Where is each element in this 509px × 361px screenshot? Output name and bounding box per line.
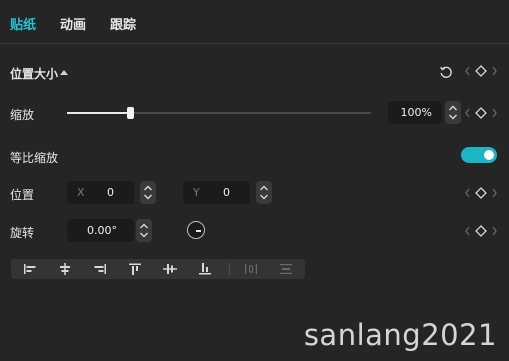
position-y-prefix: Y (193, 186, 200, 199)
scale-value: 100% (400, 106, 432, 119)
align-left-icon[interactable] (19, 261, 41, 277)
toggle-knob (484, 150, 494, 160)
position-y-input[interactable]: Y 0 (183, 181, 250, 204)
position-x-prefix: X (77, 186, 85, 199)
align-horizontal-center-icon[interactable] (54, 261, 76, 277)
rotation-value: 0.00° (87, 224, 117, 237)
chevron-left-icon (465, 66, 470, 76)
align-top-icon[interactable] (124, 261, 146, 277)
position-y-value: 0 (223, 186, 230, 199)
chevron-right-icon (492, 66, 497, 76)
tab-sticker[interactable]: 贴纸 (10, 14, 36, 33)
distribute-vertical-icon[interactable] (275, 261, 297, 277)
align-toolbar (11, 259, 305, 279)
section-title[interactable]: 位置大小 (10, 65, 58, 82)
rotation-input[interactable]: 0.00° (67, 219, 134, 242)
position-y-stepper[interactable] (256, 181, 272, 204)
align-vertical-center-icon[interactable] (159, 261, 181, 277)
align-right-icon[interactable] (89, 261, 111, 277)
uniform-scale-toggle[interactable] (461, 147, 497, 163)
collapse-caret-icon[interactable] (60, 70, 68, 75)
position-x-stepper[interactable] (140, 181, 156, 204)
tab-bar: 贴纸 动画 跟踪 (0, 0, 509, 44)
position-label: 位置 (10, 188, 35, 202)
keyframe-nav-rotation (464, 224, 498, 238)
align-bottom-icon[interactable] (194, 261, 216, 277)
distribute-horizontal-icon[interactable] (240, 261, 262, 277)
properties-panel: 贴纸 动画 跟踪 位置大小 缩放 100% 等比缩放 位置 X 0 Y 0 旋转… (0, 0, 509, 361)
scale-input[interactable]: 100% (388, 101, 442, 124)
position-x-input[interactable]: X 0 (67, 181, 134, 204)
scale-slider-fill (67, 112, 130, 114)
keyframe-nav-position (464, 186, 498, 200)
rotation-dial[interactable] (187, 221, 205, 239)
tab-tracking[interactable]: 跟踪 (110, 14, 136, 33)
scale-slider-thumb[interactable] (127, 107, 134, 119)
rotation-dial-needle (196, 230, 201, 232)
watermark: sanlang2021 (303, 318, 497, 352)
tab-animation[interactable]: 动画 (60, 14, 86, 33)
uniform-scale-label: 等比缩放 (10, 151, 59, 165)
scale-stepper[interactable] (445, 101, 461, 124)
keyframe-diamond-icon (475, 65, 487, 77)
keyframe-nav-size (464, 64, 498, 78)
keyframe-nav-scale (464, 106, 498, 120)
toolbar-divider (229, 263, 230, 275)
scale-label: 缩放 (10, 108, 35, 122)
reset-icon[interactable] (439, 64, 453, 78)
rotation-stepper[interactable] (136, 219, 152, 242)
position-x-value: 0 (107, 186, 114, 199)
rotation-label: 旋转 (10, 226, 35, 240)
